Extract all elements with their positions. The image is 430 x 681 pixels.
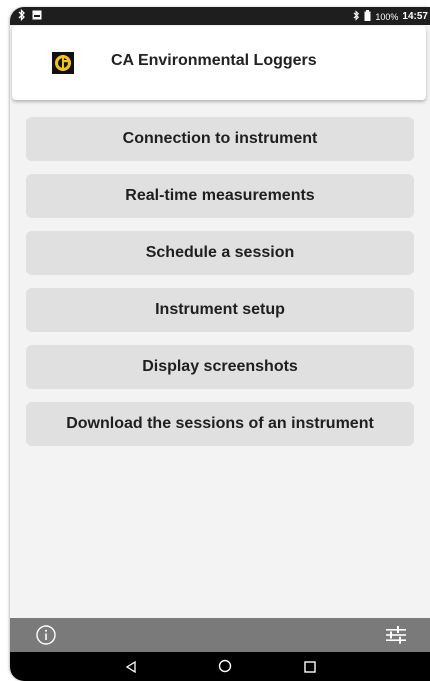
info-icon[interactable] [35,624,57,646]
bluetooth-icon [353,10,360,23]
app-title: CA Environmental Loggers [111,52,317,69]
instrument-setup-button[interactable]: Instrument setup [26,288,414,332]
chauvin-arnoux-logo-icon [52,52,74,74]
app-header: CA Environmental Loggers [12,26,426,100]
back-icon[interactable] [125,660,137,678]
connection-to-instrument-button[interactable]: Connection to instrument [26,117,414,161]
bluetooth-notification-icon [18,8,26,24]
device-screen: 100% 14:57 CA Environmental Loggers Conn… [10,7,430,681]
bottom-toolbar [10,618,430,652]
settings-sliders-icon[interactable] [384,624,408,646]
clock: 14:57 [402,11,428,22]
notification-image-icon [32,10,42,23]
display-screenshots-button[interactable]: Display screenshots [26,345,414,389]
battery-icon [364,10,371,23]
status-bar: 100% 14:57 [10,7,430,25]
home-icon[interactable] [218,659,232,678]
schedule-session-button[interactable]: Schedule a session [26,231,414,275]
battery-percent: 100% [375,11,399,22]
system-nav-bar [10,652,430,681]
main-menu: Connection to instrument Real-time measu… [26,117,414,459]
download-sessions-button[interactable]: Download the sessions of an instrument [26,402,414,446]
real-time-measurements-button[interactable]: Real-time measurements [26,174,414,218]
recents-icon[interactable] [304,660,316,678]
